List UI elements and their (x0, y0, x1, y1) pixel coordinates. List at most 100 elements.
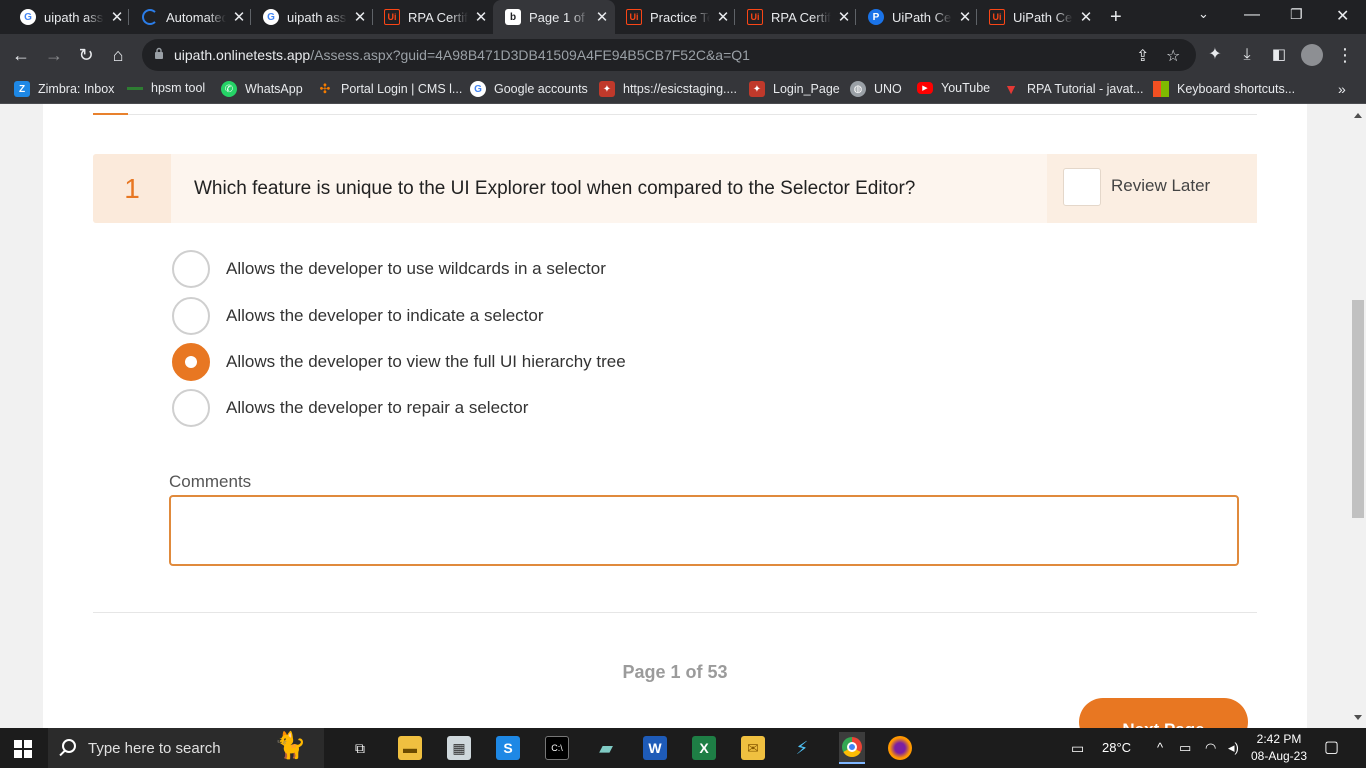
close-tab-icon[interactable]: ✕ (474, 8, 488, 26)
answer-option-2[interactable]: Allows the developer to indicate a selec… (172, 296, 544, 336)
review-later-label: Review Later (1111, 176, 1211, 195)
answer-option-3-selected[interactable]: Allows the developer to view the full UI… (172, 342, 626, 382)
tab-title: Automated (166, 9, 226, 25)
task-view-icon[interactable]: ⧉ (348, 736, 372, 760)
side-panel-icon[interactable]: ◧ (1267, 43, 1291, 67)
volume-icon[interactable]: ◂) (1228, 740, 1239, 756)
bookmark-login-page[interactable]: ✦ Login_Page (749, 81, 840, 97)
login-page-icon: ✦ (749, 81, 765, 97)
close-tab-icon[interactable]: ✕ (716, 8, 730, 26)
firefox-icon[interactable] (888, 736, 912, 760)
tab-7[interactable]: Ui RPA Certification ✕ (735, 0, 851, 34)
new-tab-icon[interactable]: + (1110, 6, 1122, 29)
cat-search-highlight-icon: 🐈 (274, 730, 307, 760)
tab-1[interactable]: G uipath associate ✕ (8, 0, 124, 34)
tab-9[interactable]: Ui UiPath Certification ✕ (977, 0, 1093, 34)
bookmark-star-icon[interactable]: ☆ (1166, 46, 1180, 66)
app-s-icon[interactable]: S (496, 736, 520, 760)
youtube-icon: ▶ (917, 82, 933, 94)
tab-2[interactable]: Automated ✕ (130, 0, 246, 34)
windows-start-icon[interactable] (14, 740, 32, 758)
answer-option-4[interactable]: Allows the developer to repair a selecto… (172, 388, 528, 428)
minimize-icon[interactable]: — (1244, 6, 1260, 24)
tab-8[interactable]: P UiPath Certification ✕ (856, 0, 972, 34)
wifi-icon[interactable]: ◠ (1205, 740, 1216, 756)
lock-icon (155, 47, 163, 59)
share-icon[interactable]: ⇪ (1136, 46, 1149, 66)
reload-icon[interactable]: ↻ (74, 43, 98, 67)
weather-temperature[interactable]: 28°C (1102, 740, 1131, 755)
portal-icon: ✣ (319, 81, 331, 96)
radio-button-selected[interactable] (172, 343, 210, 381)
tab-4[interactable]: Ui RPA Certification ✕ (372, 0, 488, 34)
file-explorer-icon[interactable]: ▬ (398, 736, 422, 760)
close-tab-icon[interactable]: ✕ (353, 8, 367, 26)
scrollbar-thumb[interactable] (1352, 300, 1364, 518)
bookmark-label: UNO (874, 82, 902, 96)
radio-button[interactable] (172, 297, 210, 335)
bookmark-esicstaging[interactable]: ✦ https://esicstaging.... (599, 81, 737, 97)
weather-icon[interactable]: ▭ (1071, 740, 1084, 757)
google-favicon-icon: G (263, 9, 279, 25)
address-bar[interactable]: uipath.onlinetests.app/Assess.aspx?guid=… (142, 39, 1196, 71)
review-later[interactable]: Review Later (1047, 154, 1257, 223)
answer-option-1[interactable]: Allows the developer to use wildcards in… (172, 249, 606, 289)
taskbar-search[interactable]: Type here to search 🐈 (48, 728, 324, 768)
network-app-icon[interactable]: ▦ (447, 736, 471, 760)
bookmark-uno[interactable]: ◍ UNO (850, 81, 902, 97)
word-icon[interactable]: W (643, 736, 667, 760)
notifications-icon[interactable]: ▢ (1324, 737, 1339, 757)
taskbar-clock[interactable]: 2:42 PM 08-Aug-23 (1246, 731, 1312, 765)
bookmarks-bar: Z Zimbra: Inbox hpsm tool ✆ WhatsApp ✣ Port… (0, 76, 1366, 104)
close-tab-icon[interactable]: ✕ (232, 8, 246, 26)
forward-icon[interactable]: → (42, 43, 66, 67)
bookmark-portal-login[interactable]: ✣ Portal Login | CMS l... (317, 81, 463, 97)
home-icon[interactable]: ⌂ (106, 43, 130, 67)
bookmark-keyboard-shortcuts[interactable]: Keyboard shortcuts... (1153, 81, 1295, 97)
option-text: Allows the developer to repair a selecto… (226, 398, 529, 417)
battery-icon[interactable]: ▭ (1179, 740, 1191, 756)
scroll-down-arrow-icon[interactable] (1354, 715, 1362, 720)
comments-textarea[interactable] (169, 495, 1239, 566)
tab-title: RPA Certification (771, 9, 831, 25)
tab-5-active[interactable]: b Page 1 of 53 ✕ (493, 0, 615, 34)
tab-6[interactable]: Ui Practice Test ✕ (614, 0, 730, 34)
tab-3[interactable]: G uipath associate ✕ (251, 0, 367, 34)
tray-chevron-up-icon[interactable]: ^ (1157, 740, 1163, 755)
zimbra-icon: Z (14, 81, 30, 97)
close-tab-icon[interactable]: ✕ (595, 8, 609, 26)
restore-icon[interactable]: ❐ (1290, 6, 1303, 23)
menu-kebab-icon[interactable]: ⋮ (1333, 43, 1357, 67)
close-window-icon[interactable]: ✕ (1336, 6, 1349, 26)
close-tab-icon[interactable]: ✕ (110, 8, 124, 26)
bookmark-hpsm[interactable]: hpsm tool (127, 81, 205, 95)
terminal-icon[interactable]: C:\ (545, 736, 569, 760)
outlook-mail-icon[interactable]: ✉ (741, 736, 765, 760)
scroll-up-arrow-icon[interactable] (1354, 113, 1362, 118)
chrome-taskbar-icon[interactable] (839, 732, 865, 764)
download-icon[interactable]: ⤓ (1235, 43, 1259, 67)
next-page-button[interactable]: Next Page (1079, 698, 1248, 728)
back-icon[interactable]: ← (9, 43, 33, 67)
bookmark-rpa-tutorial[interactable]: ▼ RPA Tutorial - javat... (1003, 81, 1143, 97)
notepad-icon[interactable]: ▰ (594, 736, 618, 760)
bookmark-google-accounts[interactable]: G Google accounts (470, 81, 588, 97)
extensions-icon[interactable]: ✦ (1203, 43, 1227, 67)
bookmark-zimbra[interactable]: Z Zimbra: Inbox (14, 81, 114, 97)
page-scrollbar[interactable] (1350, 104, 1366, 728)
more-bookmarks-icon[interactable]: » (1338, 81, 1346, 97)
profile-avatar-icon[interactable] (1300, 43, 1324, 67)
close-tab-icon[interactable]: ✕ (837, 8, 851, 26)
power-automate-icon[interactable]: ⚡ (790, 736, 814, 760)
review-later-checkbox[interactable] (1063, 168, 1101, 206)
close-tab-icon[interactable]: ✕ (958, 8, 972, 26)
option-text: Allows the developer to use wildcards in… (226, 259, 606, 278)
bookmark-whatsapp[interactable]: ✆ WhatsApp (221, 81, 303, 97)
radio-button[interactable] (172, 250, 210, 288)
page-indicator: Page 1 of 53 (622, 662, 728, 682)
tab-search-chevron-icon[interactable]: ⌄ (1198, 6, 1209, 22)
bookmark-youtube[interactable]: ▶ YouTube (917, 81, 990, 95)
close-tab-icon[interactable]: ✕ (1079, 8, 1093, 26)
excel-icon[interactable]: X (692, 736, 716, 760)
radio-button[interactable] (172, 389, 210, 427)
